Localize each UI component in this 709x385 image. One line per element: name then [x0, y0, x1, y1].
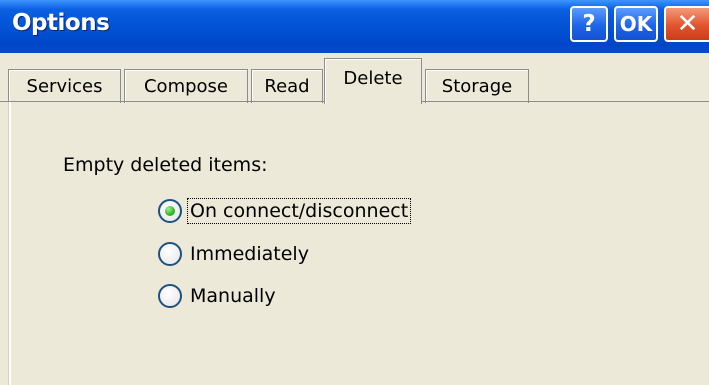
tab-label: Delete [343, 68, 403, 89]
tab-services[interactable]: Services [8, 69, 121, 103]
ok-button-label: OK [619, 12, 653, 36]
radio-button[interactable] [158, 284, 182, 308]
tab-read[interactable]: Read [251, 69, 323, 103]
empty-deleted-items-label: Empty deleted items: [63, 154, 268, 176]
close-icon: ✕ [676, 9, 699, 39]
radio-selected-dot [165, 206, 175, 216]
tab-strip: Services Compose Read Delete Storage [0, 53, 709, 104]
tab-label: Storage [441, 76, 513, 97]
tab-compose[interactable]: Compose [124, 69, 248, 103]
tab-panel-left-edge [8, 102, 11, 385]
radio-label: On connect/disconnect [186, 198, 412, 224]
radio-label: Immediately [190, 243, 309, 265]
title-bar: Options ? OK ✕ [0, 0, 709, 53]
close-button[interactable]: ✕ [664, 6, 709, 42]
tab-delete[interactable]: Delete [324, 58, 422, 104]
radio-button-selected[interactable] [158, 199, 182, 223]
radio-immediately[interactable]: Immediately [158, 239, 311, 269]
tab-storage[interactable]: Storage [425, 69, 529, 103]
radio-label: Manually [190, 285, 276, 307]
radio-button[interactable] [158, 242, 182, 266]
tab-label: Read [264, 76, 310, 97]
tab-label: Compose [143, 76, 228, 97]
tab-label: Services [26, 76, 103, 97]
help-button[interactable]: ? [570, 6, 608, 42]
ok-button[interactable]: OK [614, 6, 658, 42]
radio-on-connect-disconnect[interactable]: On connect/disconnect [158, 196, 412, 226]
radio-manually[interactable]: Manually [158, 281, 278, 311]
window-title: Options [12, 10, 110, 36]
help-icon: ? [582, 11, 596, 37]
options-dialog: Options ? OK ✕ Services Compose Read Del… [0, 0, 709, 385]
